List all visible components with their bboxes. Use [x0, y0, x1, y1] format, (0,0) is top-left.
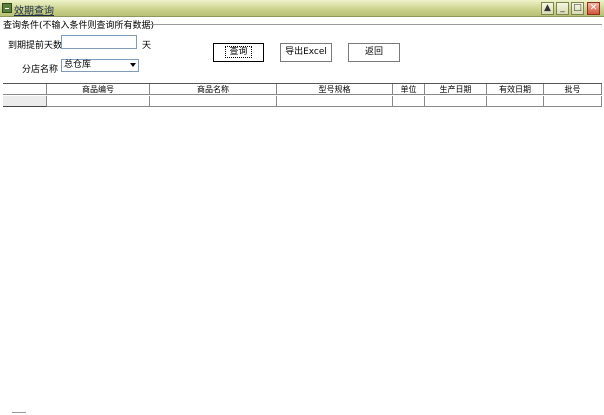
maximize-icon[interactable]: □ — [571, 2, 584, 15]
table-cell[interactable] — [47, 96, 150, 107]
days-label: 到期提前天数 — [8, 41, 63, 51]
query-button[interactable]: 查询 — [213, 43, 264, 62]
days-unit-label: 天 — [142, 41, 152, 51]
table-cell[interactable] — [544, 96, 602, 107]
close-icon[interactable]: ✕ — [587, 2, 600, 15]
minimize-icon[interactable]: _ — [556, 2, 569, 15]
column-header-production-date[interactable]: 生产日期 — [425, 84, 487, 95]
table-cell[interactable] — [277, 96, 393, 107]
column-header-expiry-date[interactable]: 有效日期 — [487, 84, 544, 95]
query-group-label: 查询条件(不输入条件则查询所有数据) — [3, 21, 155, 31]
days-input[interactable] — [61, 35, 137, 49]
window-title: 效期查询 — [14, 6, 54, 17]
branch-selected-value: 总仓库 — [64, 60, 92, 70]
status-bar-mark — [12, 412, 26, 413]
branch-label: 分店名称 — [22, 65, 59, 75]
chevron-down-icon[interactable] — [130, 63, 136, 67]
row-indicator[interactable] — [3, 96, 47, 107]
export-excel-button[interactable]: 导出Excel — [280, 43, 332, 62]
table-cell[interactable] — [487, 96, 544, 107]
group-divider — [150, 24, 602, 25]
app-icon[interactable] — [2, 3, 12, 13]
grid-corner-cell[interactable] — [3, 84, 47, 95]
back-button[interactable]: 返回 — [348, 43, 400, 62]
title-bar: 效期查询 ▲ _ □ ✕ — [0, 0, 604, 17]
column-header-model-spec[interactable]: 型号规格 — [277, 84, 393, 95]
column-header-unit[interactable]: 单位 — [393, 84, 425, 95]
table-cell[interactable] — [425, 96, 487, 107]
table-cell[interactable] — [393, 96, 425, 107]
scroll-up-icon[interactable]: ▲ — [541, 2, 554, 15]
table-cell[interactable] — [150, 96, 277, 107]
column-header-batch-number[interactable]: 批号 — [544, 84, 602, 95]
column-header-product-code[interactable]: 商品编号 — [47, 84, 150, 95]
column-header-product-name[interactable]: 商品名称 — [150, 84, 277, 95]
query-button-label: 查询 — [225, 46, 252, 58]
branch-select[interactable]: 总仓库 — [61, 59, 139, 72]
